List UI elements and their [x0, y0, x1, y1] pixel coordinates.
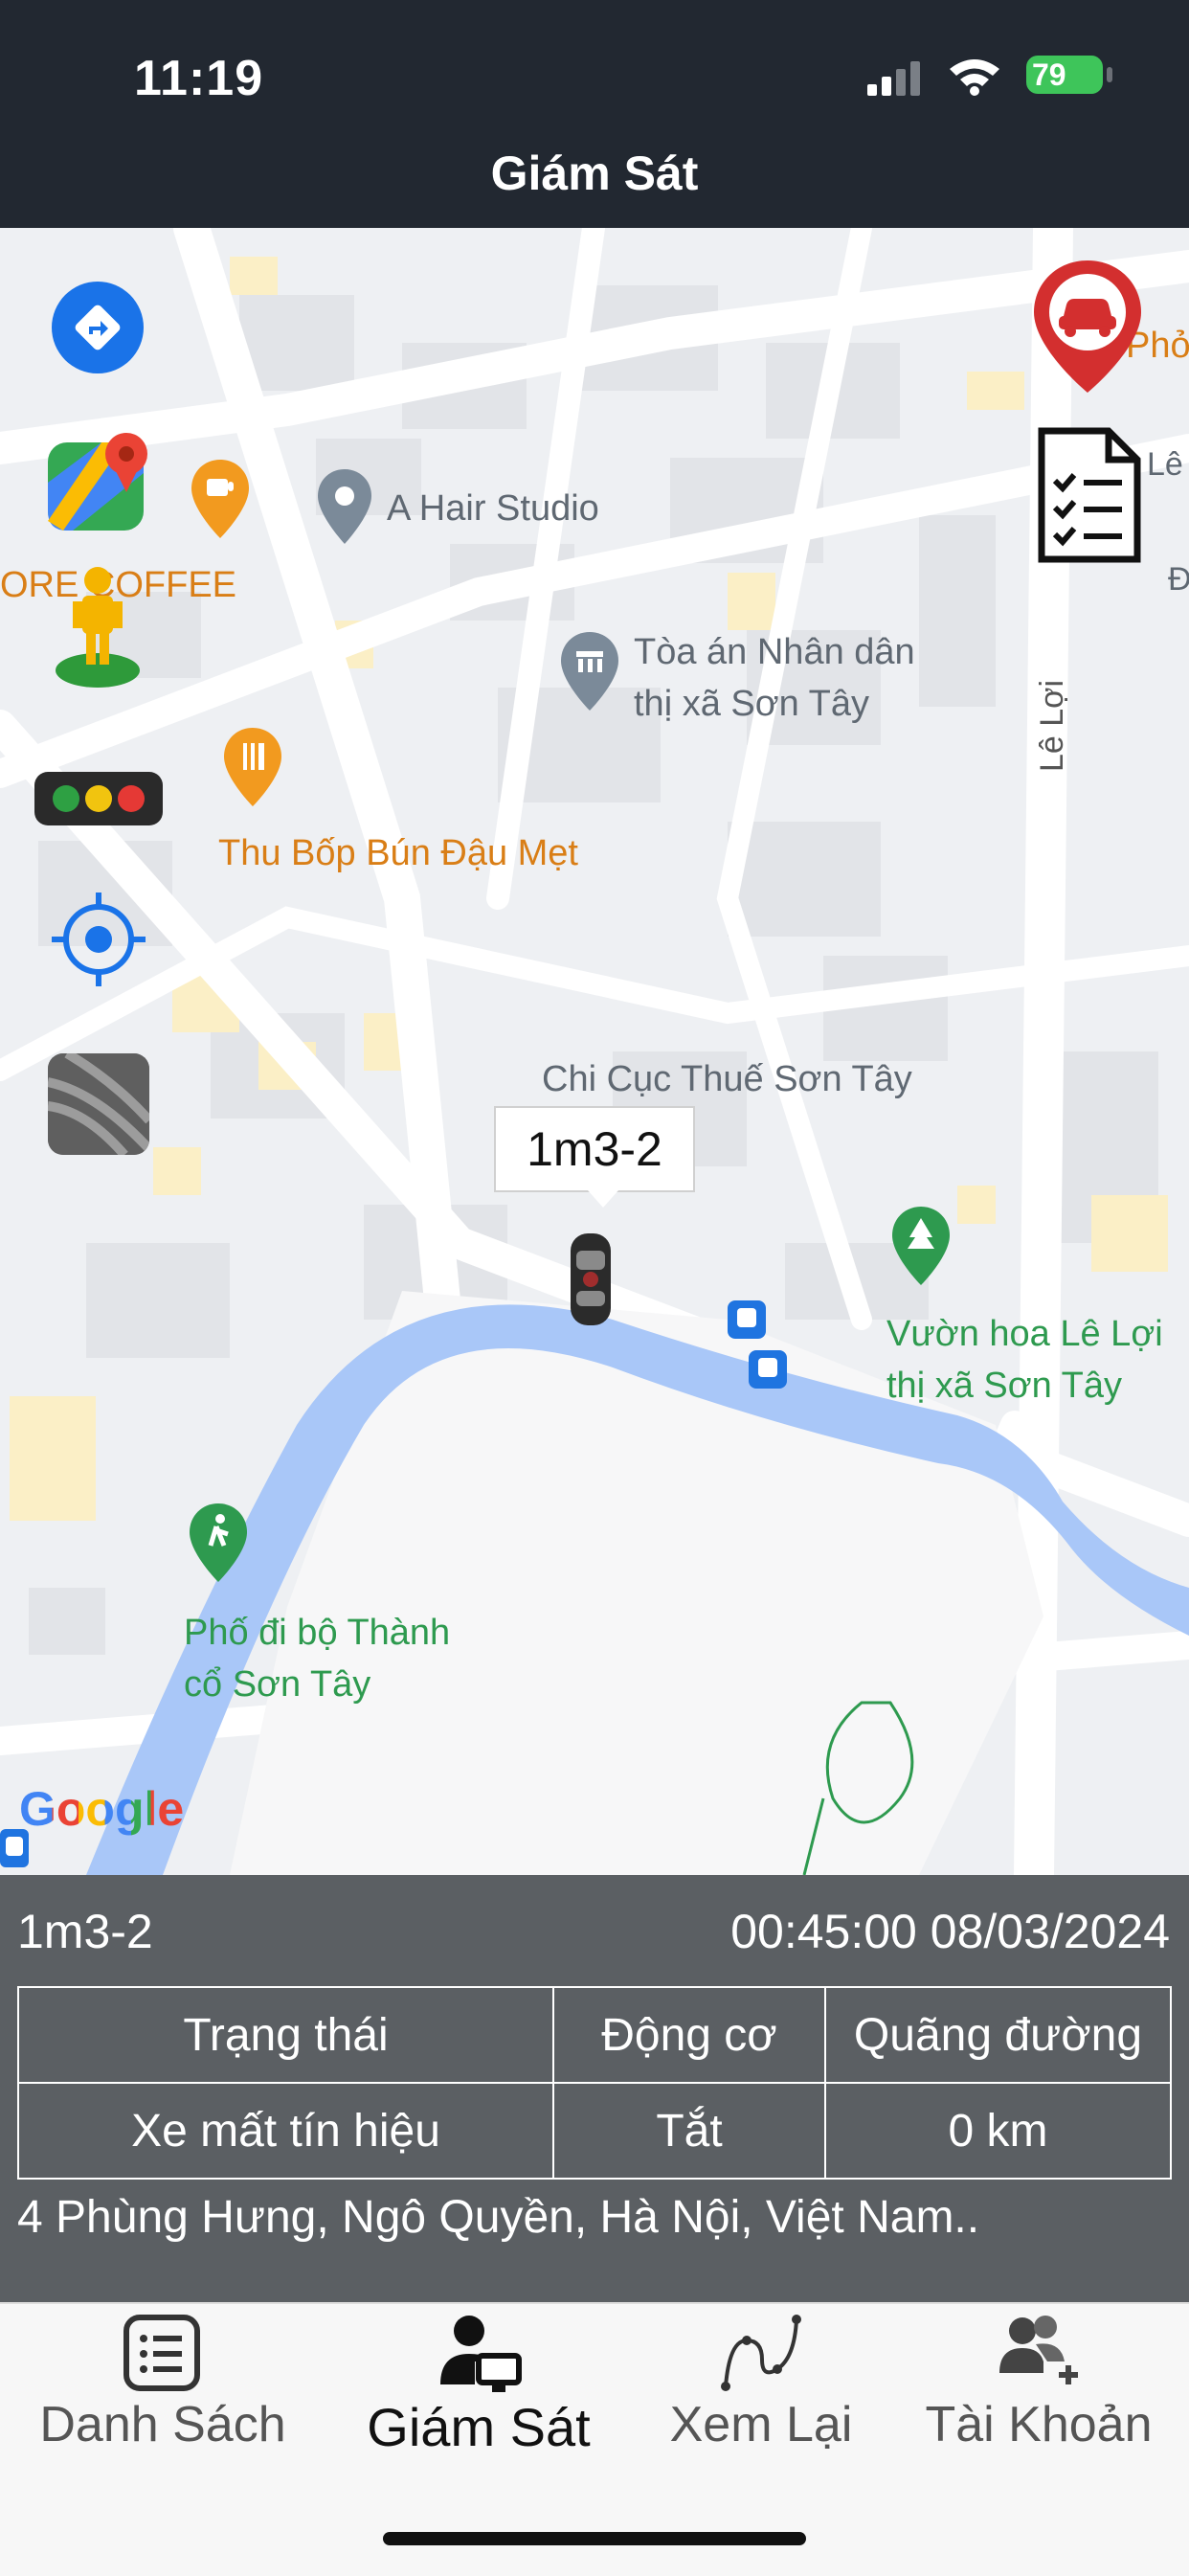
tab-label: Xem Lại: [669, 2397, 853, 2452]
poi-walking-line1[interactable]: Phố đi bộ Thành: [184, 1609, 450, 1657]
wifi-icon: [950, 59, 999, 96]
google-maps-icon: [48, 433, 147, 531]
walking-street-pin-icon: [190, 1503, 247, 1582]
tab-label: Danh Sách: [39, 2397, 286, 2452]
map-base: [0, 228, 1189, 1875]
page-title: Giám Sát: [490, 147, 699, 200]
status-time: 11:19: [134, 51, 264, 106]
top-bar: 11:19 79 Giám Sát: [0, 0, 1189, 228]
value-distance: 0 km: [824, 2082, 1172, 2180]
google-maps-button[interactable]: [44, 425, 155, 536]
location-pin-icon: [318, 469, 371, 544]
park-pin-icon: [892, 1207, 950, 1285]
poi-court-line2[interactable]: thị xã Sơn Tây: [634, 680, 869, 728]
crosshair-icon: [52, 893, 146, 986]
my-location-button[interactable]: [48, 889, 149, 990]
vehicle-locate-button[interactable]: [1030, 257, 1145, 396]
list-icon: [123, 2315, 200, 2391]
vehicle-datetime: 00:45:00 08/03/2024: [730, 1905, 1170, 1958]
value-status: Xe mất tín hiệu: [17, 2082, 554, 2180]
bus-stop-icon[interactable]: [728, 1300, 766, 1339]
header-distance: Quãng đường: [824, 1986, 1172, 2084]
vehicle-car-icon[interactable]: [567, 1232, 615, 1327]
car-pin-icon: [1034, 260, 1141, 393]
cellular-signal-icon: [867, 61, 920, 96]
poi-park-line2[interactable]: thị xã Sơn Tây: [886, 1362, 1122, 1410]
tab-xem-lai[interactable]: Xem Lại: [622, 2304, 900, 2496]
satellite-layer-icon: [48, 1053, 149, 1155]
poi-hair-studio[interactable]: A Hair Studio: [387, 485, 599, 532]
directions-icon: [75, 305, 121, 350]
directions-button[interactable]: [52, 282, 144, 373]
route-icon: [721, 2315, 801, 2391]
map-type-button[interactable]: [48, 1053, 149, 1155]
poi-restaurant[interactable]: Thu Bốp Bún Đậu Mẹt: [218, 829, 578, 877]
restaurant-pin-icon: [224, 728, 281, 806]
tab-danh-sach[interactable]: Danh Sách: [19, 2304, 306, 2496]
street-label: Lê Lợi: [1034, 679, 1070, 772]
poi-park-line1[interactable]: Vườn hoa Lê Lợi: [886, 1310, 1163, 1358]
pegman-icon: [56, 567, 140, 688]
traffic-light-icon: [53, 785, 145, 812]
poi-walking-line2[interactable]: cổ Sơn Tây: [184, 1661, 370, 1708]
poi-court-line1[interactable]: Tòa án Nhân dân: [634, 628, 915, 676]
header-status: Trạng thái: [17, 1986, 554, 2084]
tab-label: Tài Khoản: [925, 2397, 1153, 2452]
monitor-user-icon: [440, 2316, 522, 2392]
vehicle-label[interactable]: 1m3-2: [494, 1106, 695, 1208]
battery-cap: [1107, 67, 1112, 82]
table-header-row: Trạng thái Động cơ Quãng đường: [17, 1986, 1172, 2084]
traffic-layer-button[interactable]: [34, 772, 163, 825]
coffee-pin-icon: [191, 460, 249, 538]
vehicle-info-panel: 1m3-2 00:45:00 08/03/2024 Trạng thái Độn…: [0, 1875, 1189, 2302]
poi-edge-d: Đ: [1168, 561, 1189, 598]
street-view-button[interactable]: [50, 563, 146, 693]
checklist-document-icon: [1038, 427, 1141, 563]
google-logo: Google: [19, 1782, 185, 1836]
courthouse-pin-icon: [561, 632, 618, 711]
battery-icon: 79: [1026, 56, 1103, 94]
vehicle-status-table: Trạng thái Động cơ Quãng đường Xe mất tí…: [17, 1986, 1172, 2180]
tab-tai-khoan[interactable]: Tài Khoản: [900, 2304, 1178, 2496]
vehicle-address: 4 Phùng Hưng, Ngô Quyền, Hà Nội, Việt Na…: [17, 2192, 980, 2243]
home-indicator: [383, 2532, 806, 2545]
table-row: Xe mất tín hiệu Tắt 0 km: [17, 2082, 1172, 2180]
tab-label: Giám Sát: [367, 2397, 591, 2457]
tab-giam-sat[interactable]: Giám Sát: [325, 2304, 632, 2496]
map-view[interactable]: A Hair Studio ORE COFFEE Tòa án Nhân dân…: [0, 228, 1189, 1875]
report-button[interactable]: [1034, 425, 1145, 565]
vehicle-plate: 1m3-2: [17, 1905, 153, 1958]
bus-stop-icon[interactable]: [749, 1350, 787, 1389]
header-engine: Động cơ: [552, 1986, 826, 2084]
poi-tax-office[interactable]: Chi Cục Thuế Sơn Tây: [542, 1055, 912, 1103]
add-user-icon: [999, 2316, 1078, 2384]
poi-edge-le: Lê L: [1147, 446, 1189, 483]
value-engine: Tắt: [552, 2082, 826, 2180]
